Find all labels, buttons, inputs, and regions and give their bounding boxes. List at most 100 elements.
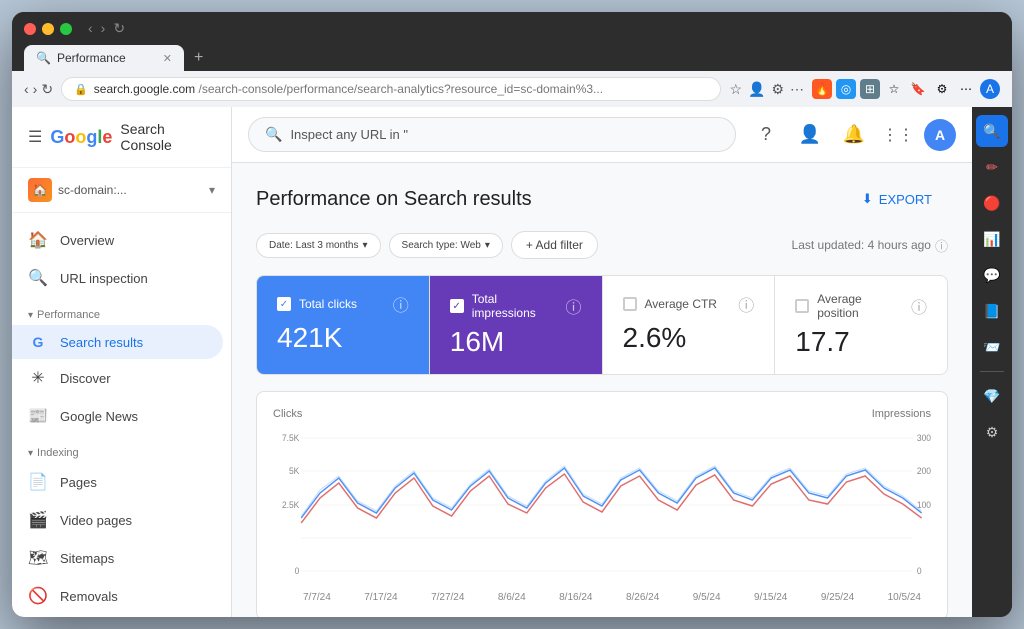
export-button[interactable]: ⬇ EXPORT (846, 183, 948, 215)
ext-icon-3[interactable]: ⊞ (860, 79, 880, 99)
main-area: 🔍 Inspect any URL in " ? 👤 🔔 ⋮⋮ (232, 107, 972, 617)
url-inspection-icon: 🔍 (28, 268, 48, 288)
sidebar-item-overview[interactable]: 🏠 Overview (12, 221, 223, 259)
user-ext-icon[interactable]: A (980, 79, 1000, 99)
ext-item-3[interactable]: 📊 (976, 223, 1008, 255)
ext-icon-1[interactable]: 🔥 (812, 79, 832, 99)
forward-button[interactable]: › (101, 20, 106, 37)
menu-icon[interactable]: ⋯ (790, 81, 804, 98)
tabs-bar: 🔍 Performance ✕ + (24, 45, 1000, 71)
sidebar-item-url-inspection[interactable]: 🔍 URL inspection (12, 259, 223, 297)
search-icon: 🔍 (265, 126, 282, 143)
ext-item-6[interactable]: 📨 (976, 331, 1008, 363)
metric-total-clicks[interactable]: Total clicks ⓘ 421K (257, 276, 430, 374)
ext-icon-7[interactable]: ⋯ (956, 79, 976, 99)
add-filter-button[interactable]: + Add filter (511, 231, 598, 259)
new-tab-button[interactable]: + (186, 45, 211, 71)
ext-item-7[interactable]: 💎 (976, 380, 1008, 412)
total-clicks-info-icon[interactable]: ⓘ (393, 292, 409, 316)
filters-row: Date: Last 3 months ▾ Search type: Web ▾… (256, 231, 948, 259)
svg-text:300K: 300K (917, 433, 931, 443)
metric-total-impressions[interactable]: Total impressions ⓘ 16M (430, 276, 603, 374)
last-updated-info-icon: ⓘ (935, 236, 948, 255)
lock-icon: 🔒 (74, 83, 88, 96)
browser-window: ‹ › ↻ 🔍 Performance ✕ + ‹ › ↻ 🔒 search.g… (12, 12, 1012, 617)
svg-text:200K: 200K (917, 466, 931, 476)
sidebar-item-removals[interactable]: 🚫 Removals (12, 577, 223, 615)
sidebar-item-sitemaps-label: Sitemaps (60, 551, 114, 566)
bookmark-icon[interactable]: ☆ (729, 81, 742, 98)
average-position-checkbox[interactable] (795, 299, 809, 313)
chart-container: Clicks Impressions 7.5K (256, 391, 948, 617)
ext-icon-5[interactable]: 🔖 (908, 79, 928, 99)
metric-average-ctr-header: Average CTR ⓘ (623, 292, 755, 316)
search-type-filter[interactable]: Search type: Web ▾ (389, 233, 503, 258)
indexing-section-arrow: ▾ (28, 448, 33, 459)
ext-icon-6[interactable]: ⚙ (932, 79, 952, 99)
ext-icon-2[interactable]: ◎ (836, 79, 856, 99)
property-selector[interactable]: 🏠 sc-domain:... ▾ (12, 168, 231, 213)
reload-button[interactable]: ↻ (113, 20, 125, 37)
removals-icon: 🚫 (28, 586, 48, 606)
reload-icon[interactable]: ↻ (41, 81, 53, 98)
ext-item-1[interactable]: ✏ (976, 151, 1008, 183)
x-label-0: 7/7/24 (303, 592, 331, 603)
user-management-button[interactable]: 👤 (792, 117, 828, 153)
back-icon[interactable]: ‹ (24, 81, 29, 98)
ext-item-5[interactable]: 📘 (976, 295, 1008, 327)
address-input[interactable]: 🔒 search.google.com /search-console/perf… (61, 77, 721, 101)
total-impressions-value: 16M (450, 326, 582, 358)
total-impressions-checkbox[interactable] (450, 299, 464, 313)
chart-right-axis-label: Impressions (872, 408, 931, 420)
sidebar-item-search-results[interactable]: G Search results (12, 325, 223, 359)
tab-favicon: 🔍 (36, 51, 51, 65)
settings-icon[interactable]: ⚙ (771, 81, 784, 98)
back-button[interactable]: ‹ (88, 20, 93, 37)
profile-icon[interactable]: 👤 (748, 81, 765, 98)
sidebar-item-pages[interactable]: 📄 Pages (12, 463, 223, 501)
average-ctr-info-icon[interactable]: ⓘ (738, 292, 754, 316)
ext-item-8[interactable]: ⚙ (976, 416, 1008, 448)
sidebar-item-video-pages[interactable]: 🎬 Video pages (12, 501, 223, 539)
last-updated-text: Last updated: 4 hours ago (792, 238, 931, 252)
search-box[interactable]: 🔍 Inspect any URL in " (248, 117, 736, 152)
tab-close-button[interactable]: ✕ (163, 52, 172, 65)
svg-text:2.5K: 2.5K (282, 500, 300, 510)
video-pages-icon: 🎬 (28, 510, 48, 530)
average-ctr-label: Average CTR (645, 297, 717, 311)
minimize-button[interactable] (42, 23, 54, 35)
sidebar-item-sitemaps[interactable]: 🗺 Sitemaps (12, 539, 223, 577)
close-button[interactable] (24, 23, 36, 35)
metric-average-position[interactable]: Average position ⓘ 17.7 (775, 276, 947, 374)
average-position-info-icon[interactable]: ⓘ (911, 294, 927, 318)
svg-text:5K: 5K (289, 466, 300, 476)
x-label-8: 9/25/24 (821, 592, 854, 603)
forward-icon[interactable]: › (33, 81, 38, 98)
average-position-value: 17.7 (795, 326, 927, 358)
help-button[interactable]: ? (748, 117, 784, 153)
notifications-button[interactable]: 🔔 (836, 117, 872, 153)
user-avatar[interactable]: A (924, 119, 956, 151)
maximize-button[interactable] (60, 23, 72, 35)
ext-search-item[interactable]: 🔍 (976, 115, 1008, 147)
metric-average-ctr[interactable]: Average CTR ⓘ 2.6% (603, 276, 776, 374)
pages-icon: 📄 (28, 472, 48, 492)
sidebar-item-discover[interactable]: ✳ Discover (12, 359, 223, 397)
hamburger-icon[interactable]: ☰ (28, 127, 42, 147)
total-clicks-checkbox[interactable] (277, 297, 291, 311)
ext-item-2[interactable]: 🔴 (976, 187, 1008, 219)
main-content: Performance on Search results ⬇ EXPORT D… (232, 163, 972, 617)
user-initial: A (935, 127, 945, 143)
sidebar-item-pages-label: Pages (60, 475, 97, 490)
date-filter[interactable]: Date: Last 3 months ▾ (256, 233, 381, 258)
active-tab[interactable]: 🔍 Performance ✕ (24, 45, 184, 71)
dropdown-arrow-icon: ▾ (209, 183, 215, 197)
total-impressions-info-icon[interactable]: ⓘ (565, 294, 581, 318)
average-ctr-checkbox[interactable] (623, 297, 637, 311)
apps-button[interactable]: ⋮⋮ (880, 117, 916, 153)
performance-section-label: ▾ Performance (12, 297, 231, 325)
ext-item-4[interactable]: 💬 (976, 259, 1008, 291)
ext-icon-4[interactable]: ☆ (884, 79, 904, 99)
sidebar-item-google-news[interactable]: 📰 Google News (12, 397, 223, 435)
nav-icons: ‹ › ↻ (88, 20, 125, 37)
